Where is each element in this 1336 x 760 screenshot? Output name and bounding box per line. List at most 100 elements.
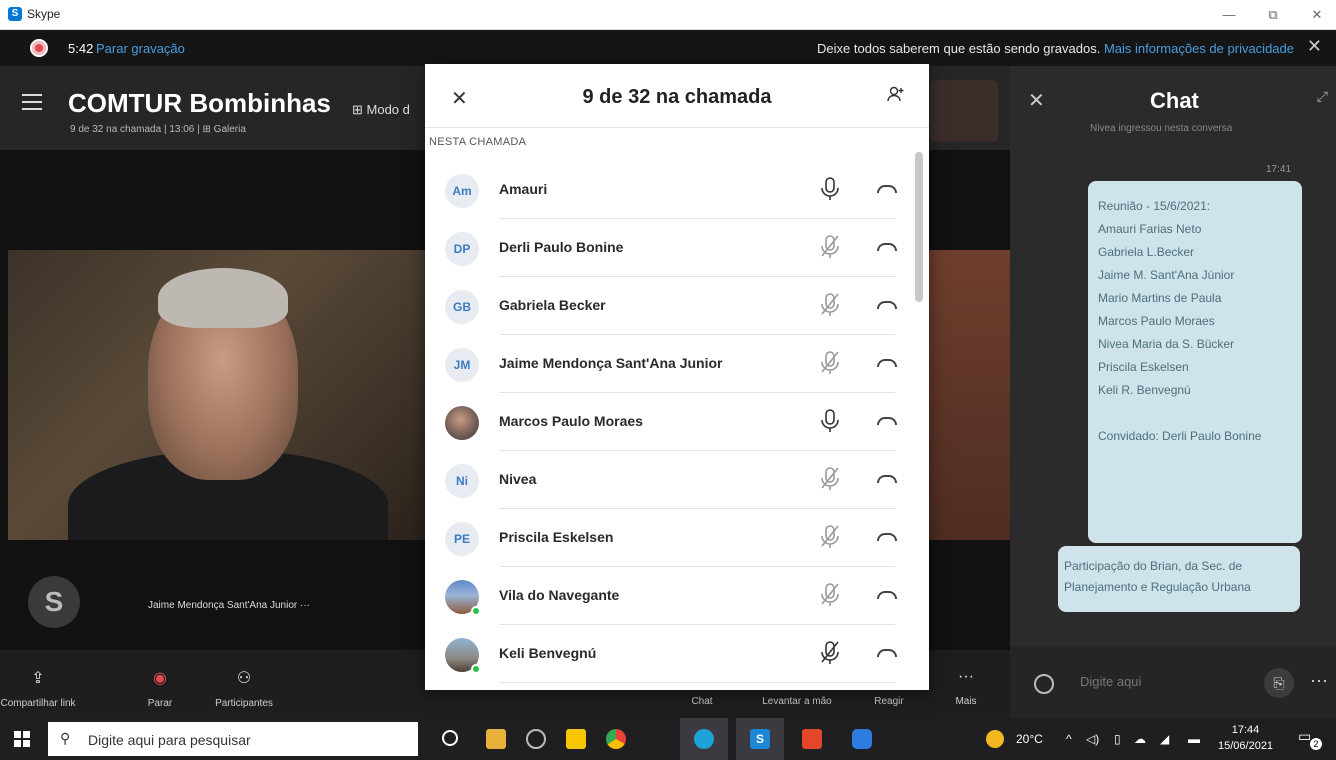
more-button[interactable]: ··· Mais xyxy=(946,668,986,707)
device-icon[interactable]: ▯ xyxy=(1114,732,1121,746)
weather-temp[interactable]: 20°C xyxy=(1016,732,1043,746)
online-status-icon xyxy=(471,606,481,616)
chat-line: Amauri Farias Neto xyxy=(1098,222,1202,236)
notification-center-icon[interactable]: ▭ 2 xyxy=(1298,728,1322,750)
close-chat-button[interactable]: ✕ xyxy=(1028,88,1045,113)
minimize-button[interactable]: — xyxy=(1214,5,1244,25)
call-title: COMTUR Bombinhas xyxy=(68,88,331,118)
clock-date: 15/06/2021 xyxy=(1218,740,1274,752)
skype-taskbar-slot[interactable]: S xyxy=(736,718,784,760)
participants-dialog: ✕ 9 de 32 na chamada NESTA CHAMADA Am Ama… xyxy=(425,64,929,690)
hang-up-icon[interactable] xyxy=(877,243,897,251)
hang-up-icon[interactable] xyxy=(877,359,897,367)
call-subtitle: 9 de 32 na chamada | 13:06 | ⊞ Galeria xyxy=(70,124,246,135)
participant-video-jaime[interactable] xyxy=(8,250,425,540)
chat-input[interactable]: Digite aqui xyxy=(1080,674,1141,689)
taskbar-clock[interactable]: 17:44 15/06/2021 xyxy=(1218,722,1273,754)
participant-name: Derli Paulo Bonine xyxy=(499,239,624,255)
add-participant-icon[interactable] xyxy=(887,86,905,107)
participant-name: Keli Benvegnú xyxy=(499,645,597,661)
participant-name: Nivea xyxy=(499,471,537,487)
participant-row[interactable]: JM Jaime Mendonça Sant'Ana Junior xyxy=(425,335,911,393)
participants-button[interactable]: ⚇ Participantes xyxy=(206,668,282,709)
microphone-icon[interactable] xyxy=(819,408,841,434)
view-mode-button[interactable]: ⊞ Modo d xyxy=(352,102,410,118)
hang-up-icon[interactable] xyxy=(877,301,897,309)
microphone-muted-icon[interactable] xyxy=(819,582,841,608)
battery-icon[interactable]: ▬ xyxy=(1188,732,1200,746)
chat-more-icon[interactable]: ··· xyxy=(1310,670,1328,691)
wifi-icon[interactable]: ◢ xyxy=(1160,732,1169,746)
chat-line: Priscila Eskelsen xyxy=(1098,360,1189,374)
chat-compose-bar: Digite aqui ⎘ ··· xyxy=(1010,646,1336,718)
hang-up-icon[interactable] xyxy=(877,417,897,425)
taskbar-search-placeholder: Digite aqui para pesquisar xyxy=(88,732,251,748)
settings-icon[interactable] xyxy=(526,729,546,749)
stop-button[interactable]: ◉ Parar xyxy=(138,668,182,709)
participant-row[interactable]: GB Gabriela Becker xyxy=(425,277,911,335)
participant-avatar: Ni xyxy=(445,464,479,498)
chrome-icon[interactable] xyxy=(606,729,626,749)
taskbar-search-box[interactable]: ⚲ Digite aqui para pesquisar xyxy=(48,722,418,756)
emoji-icon[interactable] xyxy=(1034,674,1054,694)
microphone-muted-icon[interactable] xyxy=(819,466,841,492)
close-recording-bar-button[interactable]: ✕ xyxy=(1307,36,1322,57)
participant-row[interactable]: Am Amauri xyxy=(425,161,911,219)
attach-icon[interactable]: ⎘ xyxy=(1264,668,1294,698)
participant-row[interactable]: Keli Benvegnú xyxy=(425,625,911,683)
sticky-notes-icon[interactable] xyxy=(566,729,586,749)
participant-avatar xyxy=(445,406,479,440)
online-status-icon xyxy=(471,664,481,674)
onedrive-icon[interactable]: ☁ xyxy=(1134,732,1146,746)
close-window-button[interactable]: ✕ xyxy=(1302,5,1332,25)
hang-up-icon[interactable] xyxy=(877,533,897,541)
microphone-muted-icon[interactable] xyxy=(819,350,841,376)
hang-up-icon[interactable] xyxy=(877,185,897,193)
file-explorer-icon[interactable] xyxy=(486,729,506,749)
restore-button[interactable]: ⧉ xyxy=(1258,5,1288,25)
chat-line: Keli R. Benvegnú xyxy=(1098,383,1191,397)
hang-up-icon[interactable] xyxy=(877,591,897,599)
participant-row[interactable]: DP Derli Paulo Bonine xyxy=(425,219,911,277)
chat-message[interactable]: Reunião - 15/6/2021: Amauri Farias Neto … xyxy=(1088,181,1302,543)
scrollbar[interactable] xyxy=(915,152,923,302)
microphone-muted-icon[interactable] xyxy=(819,640,841,666)
participant-name: Marcos Paulo Moraes xyxy=(499,413,643,429)
office-icon[interactable] xyxy=(802,729,822,749)
expand-icon[interactable]: ⤢ xyxy=(1317,88,1328,105)
menu-icon[interactable] xyxy=(22,94,42,115)
hang-up-icon[interactable] xyxy=(877,649,897,657)
participant-video-right[interactable] xyxy=(928,250,1010,540)
windows-start-icon[interactable] xyxy=(14,731,30,747)
weather-icon xyxy=(986,730,1004,748)
cortana-icon[interactable] xyxy=(442,730,458,746)
chat-message[interactable]: Participação do Brian, da Sec. de Planej… xyxy=(1058,546,1300,612)
stop-recording-link[interactable]: Parar gravação xyxy=(96,41,185,56)
microphone-muted-icon[interactable] xyxy=(819,524,841,550)
microphone-icon[interactable] xyxy=(819,176,841,202)
recording-dot-icon xyxy=(30,39,48,57)
teams-icon[interactable] xyxy=(852,729,872,749)
microphone-muted-icon[interactable] xyxy=(819,234,841,260)
chat-line: Reunião - 15/6/2021: xyxy=(1098,199,1211,213)
row-divider xyxy=(499,682,895,683)
participant-name: Gabriela Becker xyxy=(499,297,606,313)
chat-line: Marcos Paulo Moraes xyxy=(1098,314,1215,328)
clock-time: 17:44 xyxy=(1231,724,1260,736)
speaker-name-label: Jaime Mendonça Sant'Ana Junior ··· xyxy=(148,600,310,611)
section-heading: NESTA CHAMADA xyxy=(429,136,527,148)
participant-row[interactable]: PE Priscila Eskelsen xyxy=(425,509,911,567)
privacy-link[interactable]: Mais informações de privacidade xyxy=(1104,41,1294,56)
participant-row[interactable]: Ni Nivea xyxy=(425,451,911,509)
microphone-muted-icon[interactable] xyxy=(819,292,841,318)
hang-up-icon[interactable] xyxy=(877,475,897,483)
self-preview-thumbnail[interactable] xyxy=(930,80,998,142)
participants-icon: ⚇ xyxy=(236,670,252,687)
chat-label: Chat xyxy=(691,696,713,707)
tray-chevron-icon[interactable]: ^ xyxy=(1066,732,1072,746)
volume-icon[interactable]: ◁) xyxy=(1086,732,1099,746)
participant-row[interactable]: Marcos Paulo Moraes xyxy=(425,393,911,451)
share-link-button[interactable]: ⇪ Compartilhar link xyxy=(0,668,76,709)
edge-taskbar-slot[interactable] xyxy=(680,718,728,760)
participant-row[interactable]: Vila do Navegante xyxy=(425,567,911,625)
